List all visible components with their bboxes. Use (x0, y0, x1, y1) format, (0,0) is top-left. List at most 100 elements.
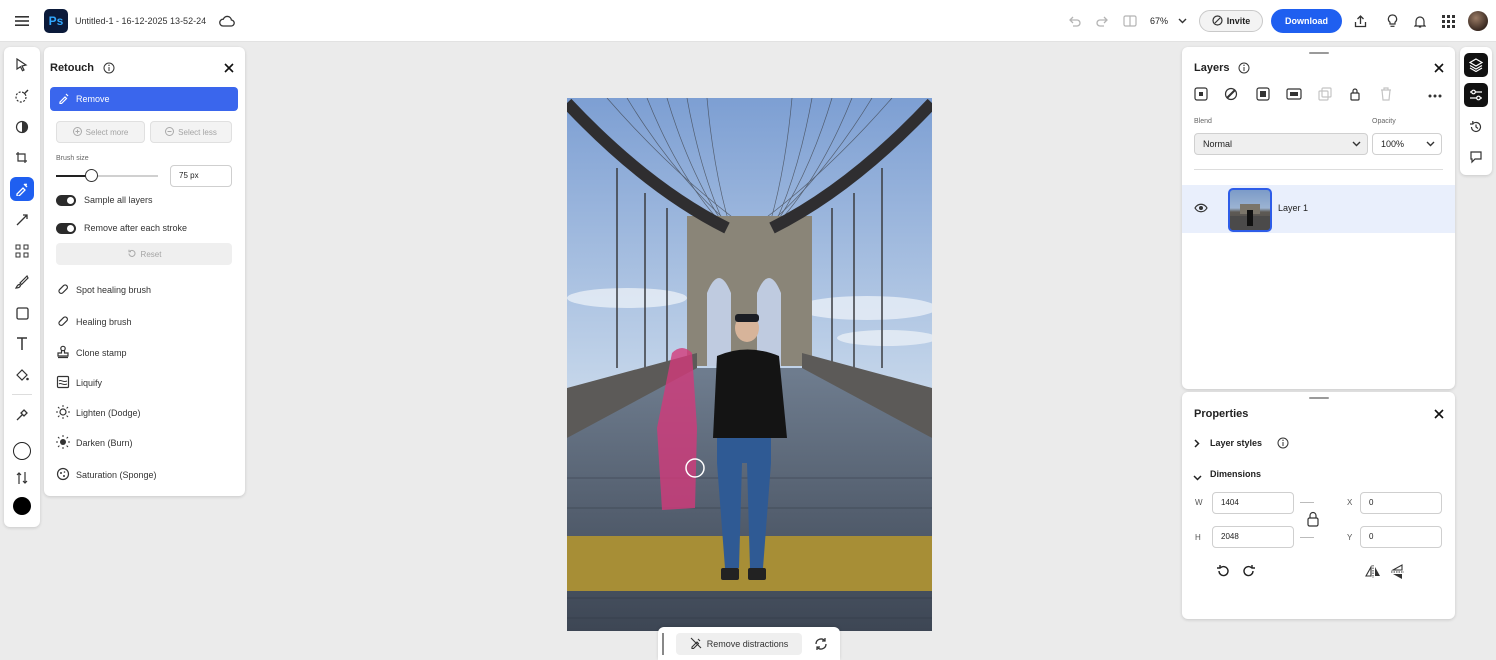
tool-clone-stamp[interactable]: Clone stamp (56, 344, 127, 362)
mask-icon[interactable] (1256, 87, 1270, 104)
crop-text-icon[interactable] (10, 146, 34, 170)
toolbar-divider (12, 394, 32, 395)
zoom-level[interactable]: 67% (1150, 0, 1168, 42)
brush-icon[interactable] (10, 270, 34, 294)
tool-darken-burn[interactable]: Darken (Burn) (56, 434, 133, 452)
close-icon[interactable] (224, 63, 236, 75)
background-color-swatch[interactable] (10, 439, 34, 463)
info-icon[interactable] (1238, 62, 1250, 77)
invite-button[interactable]: Invite (1199, 10, 1263, 32)
share-icon[interactable] (1350, 0, 1370, 42)
more-options-icon[interactable] (1428, 89, 1442, 101)
width-label: W (1195, 498, 1203, 507)
image-layer-icon[interactable] (1286, 87, 1302, 104)
document-canvas[interactable] (567, 98, 932, 631)
panel-grip[interactable] (1309, 397, 1329, 399)
y-input[interactable]: 0 (1360, 526, 1442, 548)
width-input[interactable]: 1404 (1212, 492, 1294, 514)
refresh-icon[interactable] (814, 637, 828, 654)
eye-icon[interactable] (1194, 203, 1208, 216)
comments-icon[interactable] (1464, 145, 1488, 169)
opacity-select[interactable]: 100% (1372, 133, 1442, 155)
stamp-icon (56, 345, 70, 361)
remove-distractions-label: Remove distractions (706, 639, 789, 649)
tool-healing-brush[interactable]: Healing brush (56, 313, 132, 331)
properties-panel-title: Properties (1194, 408, 1249, 420)
chevron-down-icon[interactable] (1193, 472, 1202, 484)
properties-panel-icon[interactable] (1464, 83, 1488, 107)
tool-spot-healing-brush[interactable]: Spot healing brush (56, 281, 151, 299)
shape-icon[interactable] (10, 301, 34, 325)
generative-fill-icon[interactable] (10, 208, 34, 232)
select-more-button[interactable]: Select more (56, 121, 145, 143)
compare-icon[interactable] (1120, 0, 1140, 42)
history-icon[interactable] (1464, 115, 1488, 139)
remove-after-stroke-toggle[interactable] (56, 223, 76, 234)
duplicate-layer-icon[interactable] (1318, 87, 1332, 104)
tool-label: Clone stamp (76, 348, 127, 358)
sponge-icon (56, 467, 70, 483)
bell-icon[interactable] (1410, 0, 1430, 42)
swap-colors-icon[interactable] (10, 466, 34, 490)
brush-size-slider-thumb[interactable] (85, 169, 99, 182)
adjustment-layer-icon[interactable] (1224, 87, 1238, 104)
layer-styles-label[interactable]: Layer styles (1210, 438, 1262, 448)
add-layer-icon[interactable] (1194, 87, 1208, 104)
flip-horizontal-icon[interactable] (1365, 564, 1381, 581)
chevron-down-icon[interactable] (1176, 0, 1188, 42)
eyedropper-icon[interactable] (10, 403, 34, 427)
tool-lighten-dodge[interactable]: Lighten (Dodge) (56, 404, 141, 422)
download-button[interactable]: Download (1271, 9, 1342, 33)
transform-icon[interactable] (10, 239, 34, 263)
foreground-color-swatch[interactable] (10, 494, 34, 518)
rotate-right-icon[interactable] (1242, 564, 1256, 581)
height-label: H (1195, 533, 1201, 542)
height-input[interactable]: 2048 (1212, 526, 1294, 548)
brush-size-input[interactable]: 75 px (170, 165, 232, 187)
layer-row[interactable]: Layer 1 (1182, 185, 1455, 233)
blend-mode-select[interactable]: Normal (1194, 133, 1368, 155)
dimensions-label[interactable]: Dimensions (1210, 469, 1261, 479)
redo-icon[interactable] (1092, 0, 1112, 42)
tool-liquify[interactable]: Liquify (56, 374, 102, 392)
info-icon[interactable] (103, 62, 115, 77)
select-less-button[interactable]: Select less (150, 121, 232, 143)
quick-selection-icon[interactable] (10, 84, 34, 108)
select-tool-icon[interactable] (10, 53, 34, 77)
delete-layer-icon[interactable] (1380, 87, 1392, 104)
retouch-tool-icon[interactable] (10, 177, 34, 201)
action-bar-handle[interactable] (662, 633, 664, 655)
tool-saturation-sponge[interactable]: Saturation (Sponge) (56, 466, 157, 484)
remove-distractions-button[interactable]: Remove distractions (676, 633, 802, 655)
reset-button[interactable]: Reset (56, 243, 232, 265)
photoshop-logo: Ps (44, 9, 68, 33)
remove-after-stroke-label: Remove after each stroke (84, 223, 188, 233)
info-icon[interactable] (1277, 437, 1289, 452)
flip-vertical-icon[interactable] (1390, 564, 1404, 583)
paint-bucket-icon[interactable] (10, 363, 34, 387)
menu-icon[interactable] (12, 0, 32, 42)
close-icon[interactable] (1434, 63, 1446, 75)
undo-icon[interactable] (1064, 0, 1084, 42)
lightbulb-icon[interactable] (1382, 0, 1402, 42)
panel-grip[interactable] (1309, 52, 1329, 54)
text-icon[interactable] (10, 332, 34, 356)
constrain-proportions-icon[interactable] (1306, 511, 1320, 530)
layers-panel-icon[interactable] (1464, 53, 1488, 77)
canvas-action-bar: Remove distractions (658, 627, 840, 660)
tool-label: Saturation (Sponge) (76, 470, 157, 480)
document-title[interactable]: Untitled-1 - 16-12-2025 13-52-24 (75, 0, 206, 42)
chevron-right-icon[interactable] (1194, 439, 1200, 451)
rotate-left-icon[interactable] (1216, 564, 1230, 581)
sample-all-layers-toggle[interactable] (56, 195, 76, 206)
lock-layer-icon[interactable] (1348, 87, 1362, 104)
close-icon[interactable] (1434, 409, 1446, 421)
adjust-icon[interactable] (10, 115, 34, 139)
remove-mode-button[interactable]: Remove (50, 87, 238, 111)
x-input[interactable]: 0 (1360, 492, 1442, 514)
cloud-icon[interactable] (216, 0, 238, 42)
user-avatar[interactable] (1468, 11, 1488, 31)
top-bar: Ps Untitled-1 - 16-12-2025 13-52-24 67% … (0, 0, 1496, 42)
brush-size-slider-track[interactable] (56, 175, 158, 177)
apps-grid-icon[interactable] (1438, 0, 1458, 42)
